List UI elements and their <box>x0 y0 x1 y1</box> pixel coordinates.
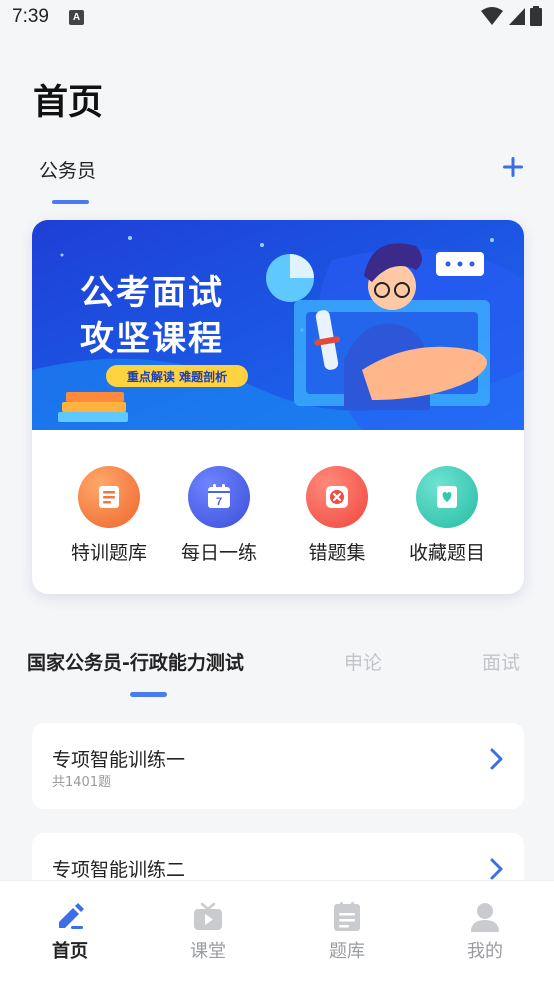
calendar-badge: 7 <box>216 496 222 508</box>
banner-subtitle: 重点解读 难题剖析 <box>106 365 248 387</box>
item-count: 共1401题 <box>52 775 112 790</box>
status-time: 7:39 <box>12 6 49 27</box>
feature-wrong-questions[interactable]: 错题集 <box>282 466 392 565</box>
nav-label: 题库 <box>329 941 365 962</box>
feature-special-training[interactable]: 特训题库 <box>54 466 164 565</box>
nav-label: 我的 <box>467 941 503 962</box>
feature-favorites[interactable]: 收藏题目 <box>392 466 502 565</box>
nav-classroom[interactable]: 课堂 <box>168 899 248 963</box>
nav-question-bank[interactable]: 题库 <box>307 899 387 963</box>
category-underline <box>52 200 89 204</box>
nav-label: 课堂 <box>190 941 226 962</box>
chevron-right-icon <box>490 858 503 880</box>
course-banner[interactable]: 公考面试 攻坚课程 重点解读 难题剖析 <box>32 220 524 430</box>
list-item[interactable]: 专项智能训练一 共1401题 <box>32 723 524 809</box>
feature-label: 特训题库 <box>70 542 147 564</box>
bottom-navigation: 首页 课堂 题库 我的 <box>0 880 554 982</box>
tab-essay[interactable]: 申论 <box>344 648 382 675</box>
feature-daily-practice[interactable]: 7 每日一练 <box>164 466 274 565</box>
item-title: 专项智能训练二 <box>52 859 186 881</box>
tab-interview[interactable]: 面试 <box>482 648 520 675</box>
wifi-icon <box>481 7 503 25</box>
nav-home[interactable]: 首页 <box>30 899 110 963</box>
subject-tabs: 国家公务员-行政能力测试 申论 面试 <box>0 648 554 678</box>
pen-icon <box>52 899 88 935</box>
list-icon <box>329 899 365 935</box>
bookmark-icon <box>416 466 478 528</box>
feature-label: 每日一练 <box>180 542 257 564</box>
calendar-icon: 7 <box>188 466 250 528</box>
add-category-button[interactable] <box>498 152 528 182</box>
status-indicators <box>480 6 542 26</box>
tab-active-indicator <box>130 692 167 697</box>
banner-title-line2: 攻坚课程 <box>80 319 224 359</box>
banner-title-line1: 公考面试 <box>80 273 224 313</box>
nav-profile[interactable]: 我的 <box>445 899 525 963</box>
wrong-icon <box>306 466 368 528</box>
user-icon <box>467 899 503 935</box>
feature-label: 收藏题目 <box>408 542 485 564</box>
signal-icon <box>509 8 525 25</box>
battery-icon <box>530 6 542 26</box>
chevron-right-icon <box>490 748 503 770</box>
tab-administrative-test[interactable]: 国家公务员-行政能力测试 <box>27 648 244 675</box>
tv-icon <box>190 899 226 935</box>
page-title: 首页 <box>33 83 104 123</box>
item-title: 专项智能训练一 <box>52 749 186 771</box>
notification-icon: A <box>68 9 84 25</box>
category-tab[interactable]: 公务员 <box>39 156 96 183</box>
nav-label: 首页 <box>52 941 88 962</box>
status-bar: 7:39 A <box>0 0 554 34</box>
book-icon <box>78 466 140 528</box>
feature-card: 公考面试 攻坚课程 重点解读 难题剖析 特训题库 7 每日一练 错题集 收藏题目 <box>32 220 524 594</box>
feature-label: 错题集 <box>308 542 366 564</box>
